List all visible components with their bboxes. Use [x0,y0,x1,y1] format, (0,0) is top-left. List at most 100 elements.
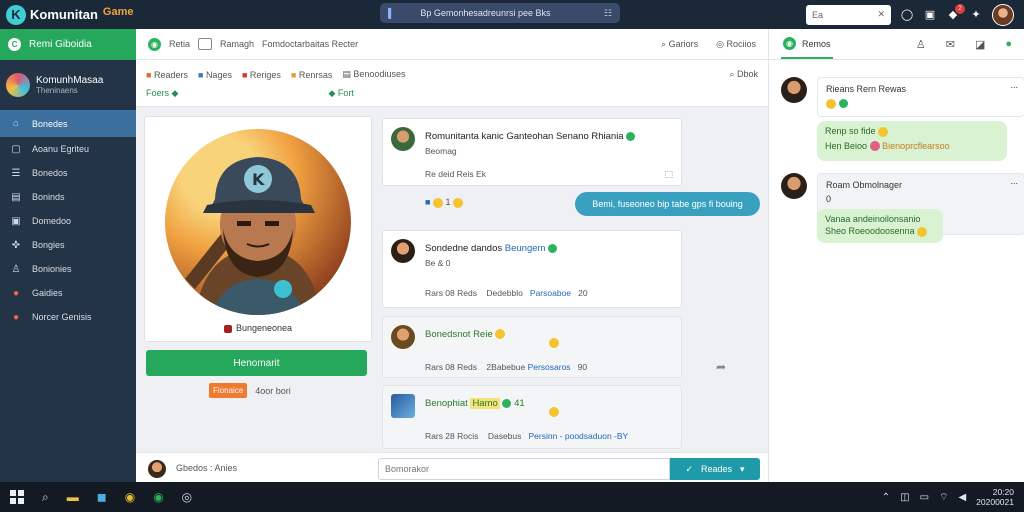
chat-bubble[interactable]: Bemi, fuseoneo bip tabe gps fi bouing [575,192,760,216]
app-icon[interactable]: ◉ [153,490,163,504]
folder-icon[interactable]: ▬ [67,490,79,504]
emoji-icon[interactable] [549,338,559,348]
profile-avatar-image[interactable]: K [165,129,351,315]
post-3[interactable]: Bonedsnot Reie Rars 08 Reds 2Babebue Per… [382,316,682,378]
chevron-up-icon[interactable]: ⌃ [882,492,890,503]
post-title-tag[interactable]: Hamo [470,398,500,409]
post-link[interactable]: Persinn - poodsaduon [529,431,612,441]
chat-avatar[interactable] [781,173,807,199]
sidebar-top-label: Remi Giboidia [29,39,92,50]
sidebar-item-3[interactable]: ▤ Boninds [0,185,136,209]
post-avatar[interactable] [391,127,415,151]
sidebar-item-2[interactable]: ☰ Bonedos [0,161,136,185]
expand-icon[interactable]: ⬚ [664,169,673,180]
filter-reriges[interactable]: ■ Reriges [242,70,281,80]
mail-icon[interactable]: ▣ [923,8,937,22]
wifi-icon[interactable]: ⌔ [939,491,948,504]
post-2[interactable]: Sondedne dandos Beungem Be & 0 Rars 08 R… [382,230,682,308]
notification-badge: 2 [955,3,965,14]
share-icon[interactable]: ➦ [716,360,726,374]
top-search-input[interactable]: Ea ✕ [806,4,891,25]
post-link[interactable]: Parsoaboe [530,288,571,298]
sidebar-item-8[interactable]: ● Norcer Genisis [0,305,136,329]
sidebar-item-7[interactable]: ● Gaidies [0,281,136,305]
sidebar-item-1[interactable]: ▢ Aoanu Egriteu [0,137,136,161]
filter-nages[interactable]: ■ Nages [198,70,232,80]
filter-benoodiuses[interactable]: ▤ Benoodiuses [342,69,405,80]
post-4[interactable]: Benophiat Hamo 41 Rars 28 Rocis Dasebus … [382,385,682,449]
sidebar-top-button[interactable]: C Remi Giboidia [0,29,136,60]
store-icon[interactable]: ◼ [97,490,107,504]
chevron-down-icon: ▾ [740,463,745,474]
post-avatar[interactable] [391,394,415,418]
header-tab-b[interactable]: Ramagh [220,39,254,49]
filter-tag-2[interactable]: ◆ Fort [328,88,353,99]
user-icon[interactable]: ♙ [916,38,926,51]
header-action-target[interactable]: ◎ Rociios [716,39,756,50]
post-stats-b: 2Babebue [486,362,526,372]
search-icon[interactable]: ⌕ [42,490,49,505]
filter-renrsas[interactable]: ■ Renrsas [291,70,332,80]
sidebar-item-5[interactable]: ✜ Bongies [0,233,136,257]
compose-input[interactable] [378,458,670,480]
media-icon[interactable]: ◎ [182,490,192,504]
user-avatar[interactable] [992,3,1014,26]
post-link[interactable]: Persosaros [528,362,571,372]
post-meta: Be & 0 [425,258,451,268]
notification-icon[interactable]: ◆ 2 [946,3,965,22]
battery-icon[interactable]: ▭ [920,492,929,503]
app-logo[interactable]: K Komunitan Game [0,4,140,25]
frame-icon[interactable] [198,38,213,50]
sidebar-item-0[interactable]: ⌂ Bonedes [0,110,136,137]
post-title-link[interactable]: Beungem [505,243,546,254]
chart-icon[interactable]: ◪ [975,38,985,51]
fire-icon: ■ [146,69,152,80]
chat-avatar[interactable] [781,77,807,103]
browser-icon[interactable]: ◉ [125,490,135,504]
windows-start-icon[interactable] [10,490,24,504]
compose-send-button[interactable]: ✓ Reades ▾ [670,458,760,480]
volume-icon[interactable]: ◀ [958,492,966,503]
settings-icon[interactable]: ✦ [969,8,983,22]
network-icon[interactable]: ◫ [900,492,909,503]
emoji-icon[interactable] [432,197,443,208]
emoji-icon[interactable] [549,407,559,417]
user-icon: ♙ [11,263,21,275]
chat-icon[interactable]: ◯ [900,8,914,22]
filter-icon[interactable]: ☷ [604,8,612,19]
sidebar-item-4[interactable]: ▣ Domedoo [0,209,136,233]
profile-tag[interactable]: Fionaice [209,383,248,398]
clear-icon[interactable]: ✕ [877,9,885,20]
compose-avatar[interactable] [148,460,166,478]
sidebar-item-6[interactable]: ♙ Bonionies [0,257,136,281]
top-actions: Ea ✕ ◯ ▣ ◆ 2 ✦ [806,0,1014,29]
filter-readers[interactable]: ■ Readers [146,70,188,80]
filter-right-label: Dbok [736,69,758,79]
thumb-icon[interactable]: ■ [425,197,430,207]
status-icon[interactable]: ● [1005,38,1012,51]
emoji-icon[interactable] [453,197,463,208]
chat-sub: 0 [826,194,832,204]
post-1[interactable]: Romunitanta kanic Ganteohan Senano Rhian… [382,118,682,186]
target-icon: ◎ [716,38,724,49]
post-avatar[interactable] [391,325,415,349]
header-tab-a[interactable]: Retia [169,39,190,49]
header-action-search[interactable]: ⌕ Gariors [661,39,698,50]
right-tab[interactable]: ◉ Remos [781,29,833,59]
app-title: Komunitan [30,7,98,22]
global-search[interactable]: ▌ Bp Gemonhesadreunrsi pee Bks ☷ [380,3,620,23]
more-icon[interactable]: ... [1010,80,1018,90]
flame-icon: ● [12,311,20,323]
notification-icon[interactable]: ✉ [946,38,955,51]
clock[interactable]: 20:20 20200021 [976,487,1014,507]
follow-button[interactable]: Henomarit [146,350,367,376]
top-bar: K Komunitan Game ▌ Bp Gemonhesadreunrsi … [0,0,1024,29]
filter-right[interactable]: ⌕ Dbok [729,69,758,80]
sidebar-user[interactable]: KomunhMasaa Theninaens [0,60,136,110]
post-avatar[interactable] [391,239,415,263]
svg-text:K: K [252,170,265,189]
more-icon[interactable]: ... [1010,176,1018,186]
compose-bar: Gbedos : Anies ✓ Reades ▾ [136,452,768,482]
header-tab-c[interactable]: Fomdoctarbaitas Recter [262,39,358,49]
filter-tag-1[interactable]: Foers ◆ [146,88,178,99]
